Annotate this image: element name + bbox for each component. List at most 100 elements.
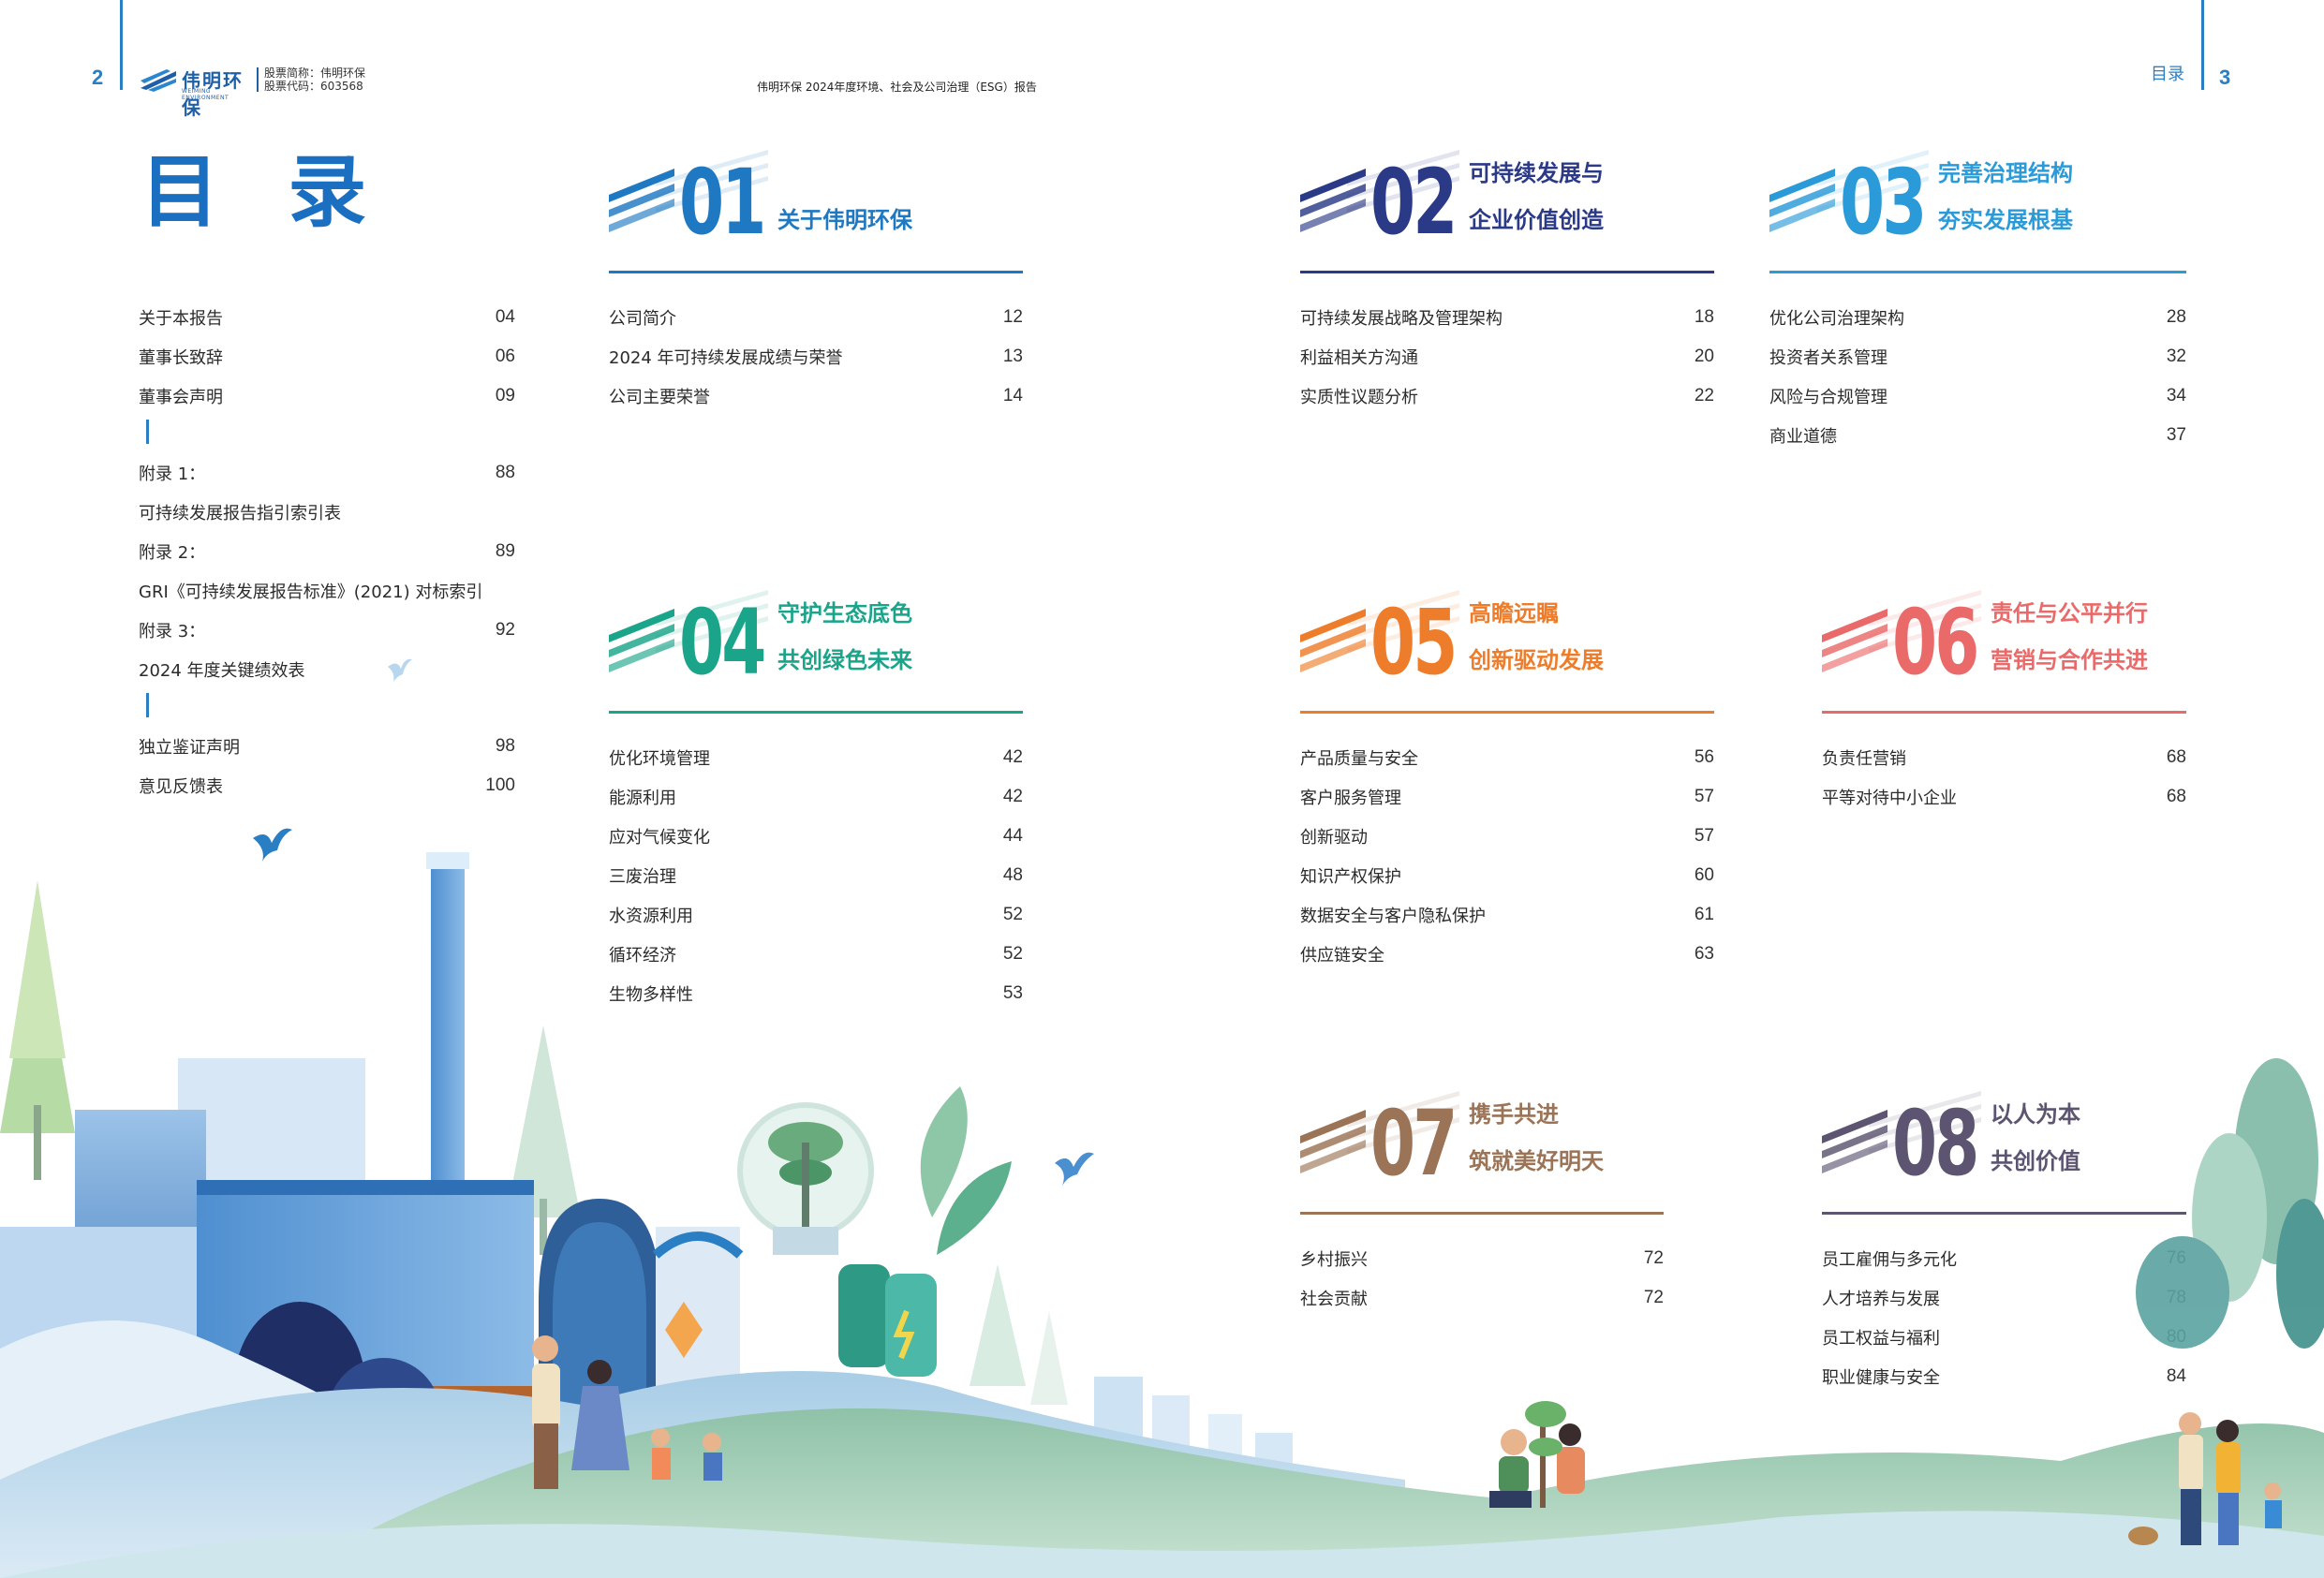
entry-label: 公司主要荣誉	[609, 388, 710, 407]
entry-label: 附录 2：	[139, 543, 206, 563]
section-number: 02	[1370, 150, 1458, 255]
toc-entry[interactable]: 优化环境管理 42	[609, 744, 1023, 772]
stock-name: 股票简称：伟明环保	[264, 66, 366, 80]
entry-label: 附录 3：	[139, 622, 206, 642]
toc-entry[interactable]: 投资者关系管理 32	[1769, 343, 2186, 371]
entry-label: 平等对待中小企业	[1822, 789, 1957, 808]
toc-entry[interactable]: 产品质量与安全 56	[1300, 744, 1714, 772]
toc-entry-continued[interactable]: 2024 年度关键绩效表	[139, 656, 515, 684]
toc-entry[interactable]: 公司主要荣誉 14	[609, 382, 1023, 410]
toc-entry[interactable]: 商业道德 37	[1769, 421, 2186, 450]
list-separator	[146, 420, 149, 444]
toc-entry[interactable]: 平等对待中小企业 68	[1822, 783, 2186, 811]
entry-page: 06	[495, 347, 515, 366]
entry-page: 37	[2166, 425, 2186, 445]
entry-label: 利益相关方沟通	[1300, 348, 1418, 368]
entry-page: 34	[2166, 386, 2186, 406]
toc-entry[interactable]: 风险与合规管理 34	[1769, 382, 2186, 410]
toc-entry[interactable]: 关于本报告 04	[139, 303, 515, 332]
section-number: 06	[1892, 590, 1979, 695]
entry-label: 独立鉴证声明	[139, 738, 240, 758]
entry-label: 2024 年度关键绩效表	[139, 661, 305, 681]
entry-page: 13	[1002, 347, 1023, 366]
stock-code: 股票代码：603568	[264, 80, 363, 93]
bird-icon	[388, 658, 412, 682]
entry-label: 优化环境管理	[609, 749, 710, 769]
toc-heading: 目 录	[141, 146, 388, 238]
section-title-line1[interactable]: 高瞻远瞩	[1469, 590, 1559, 637]
entry-label: 可持续发展战略及管理架构	[1300, 309, 1502, 329]
section-title-line1[interactable]: 守护生态底色	[777, 590, 912, 637]
entry-page: 56	[1694, 747, 1714, 767]
toc-entry[interactable]: 附录 3： 92	[139, 616, 515, 644]
section-title-line2[interactable]: 营销与合作共进	[1991, 637, 2148, 684]
entry-page: 22	[1694, 386, 1714, 406]
toc-entry[interactable]: 能源利用 42	[609, 783, 1023, 811]
entry-page: 18	[1694, 307, 1714, 327]
toc-entry[interactable]: 实质性议题分析 22	[1300, 382, 1714, 410]
entry-label: 附录 1：	[139, 465, 206, 484]
entry-page: 57	[1694, 787, 1714, 806]
toc-entry[interactable]: 可持续发展战略及管理架构 18	[1300, 303, 1714, 332]
entry-label: 董事会声明	[139, 388, 223, 407]
entry-page: 14	[1002, 386, 1023, 406]
entry-page: 42	[1002, 787, 1023, 806]
toc-entry[interactable]: 意见反馈表 100	[139, 772, 515, 800]
section-number: 01	[679, 150, 766, 255]
entry-label: GRI《可持续发展报告标准》(2021) 对标索引	[139, 583, 483, 602]
section-title-line1[interactable]: 可持续发展与	[1469, 150, 1604, 197]
section-title-line2[interactable]: 共创绿色未来	[777, 637, 912, 684]
entry-page: 88	[495, 463, 515, 482]
logo-mark-icon	[141, 69, 176, 92]
toc-section-03: 03 完善治理结构 夯实发展根基优化公司治理架构 28 投资者关系管理 32 风险与合规管理…	[1769, 140, 2186, 447]
toc-section-01: 01 关于伟明环保公司简介 12 2024 年可持续发展成绩与荣誉 13 公司主要荣誉 14	[609, 140, 1023, 407]
section-title-line2[interactable]: 企业价值创造	[1469, 197, 1604, 243]
entry-page: 89	[495, 541, 515, 561]
toc-entry[interactable]: 董事会声明 09	[139, 382, 515, 410]
toc-entry[interactable]: 利益相关方沟通 20	[1300, 343, 1714, 371]
toc-entry[interactable]: 优化公司治理架构 28	[1769, 303, 2186, 332]
section-rule	[1822, 711, 2186, 714]
toc-entry[interactable]: 附录 1： 88	[139, 459, 515, 487]
entry-page: 12	[1002, 307, 1023, 327]
entry-page: 92	[495, 620, 515, 640]
section-title-line2[interactable]: 夯实发展根基	[1938, 197, 2073, 243]
toc-entry[interactable]: 负责任营销 68	[1822, 744, 2186, 772]
section-title-line2[interactable]: 关于伟明环保	[777, 197, 912, 243]
toc-entry[interactable]: 2024 年可持续发展成绩与荣誉 13	[609, 343, 1023, 371]
entry-page: 98	[495, 736, 515, 756]
toc-entry[interactable]: 独立鉴证声明 98	[139, 732, 515, 760]
toc-section-02: 02 可持续发展与 企业价值创造可持续发展战略及管理架构 18 利益相关方沟通 20 实质性…	[1300, 140, 1714, 407]
section-title-line1[interactable]: 责任与公平并行	[1991, 590, 2148, 637]
toc-entry[interactable]: 公司简介 12	[609, 303, 1023, 332]
header-right-rule	[2201, 0, 2204, 90]
section-title-line1[interactable]: 完善治理结构	[1938, 150, 2073, 197]
section-rule	[1300, 711, 1714, 714]
city-landscape-illustration	[0, 828, 2324, 1578]
page-number-left: 2	[92, 66, 104, 89]
toc-entry[interactable]: 客户服务管理 57	[1300, 783, 1714, 811]
section-number: 04	[679, 590, 766, 695]
entry-page: 68	[2166, 747, 2186, 767]
entry-label: 负责任营销	[1822, 749, 1906, 769]
entry-page: 32	[2166, 347, 2186, 366]
section-title-line2[interactable]: 创新驱动发展	[1469, 637, 1604, 684]
entry-label: 可持续发展报告指引索引表	[139, 504, 341, 524]
section-rule	[1769, 271, 2186, 273]
page-number-right: 3	[2219, 66, 2231, 89]
section-number: 05	[1370, 590, 1458, 695]
entry-page: 68	[2166, 787, 2186, 806]
section-number: 03	[1840, 150, 1927, 255]
entry-label: 董事长致辞	[139, 348, 223, 368]
company-logo: 伟明环保 WEIMING ENVIRONMENT	[139, 66, 259, 119]
list-separator	[146, 693, 149, 717]
toc-label-right: 目录	[2151, 65, 2184, 84]
entry-page: 09	[495, 386, 515, 406]
front-matter-list: 关于本报告 04 董事长致辞 06 董事会声明 09 附录 1： 88 可持续发展报告指…	[139, 303, 515, 809]
toc-entry-continued[interactable]: GRI《可持续发展报告标准》(2021) 对标索引	[139, 577, 515, 605]
toc-entry[interactable]: 董事长致辞 06	[139, 343, 515, 371]
entry-label: 产品质量与安全	[1300, 749, 1418, 769]
toc-entry[interactable]: 附录 2： 89	[139, 538, 515, 566]
toc-entry-continued[interactable]: 可持续发展报告指引索引表	[139, 498, 515, 526]
entry-label: 公司简介	[609, 309, 676, 329]
